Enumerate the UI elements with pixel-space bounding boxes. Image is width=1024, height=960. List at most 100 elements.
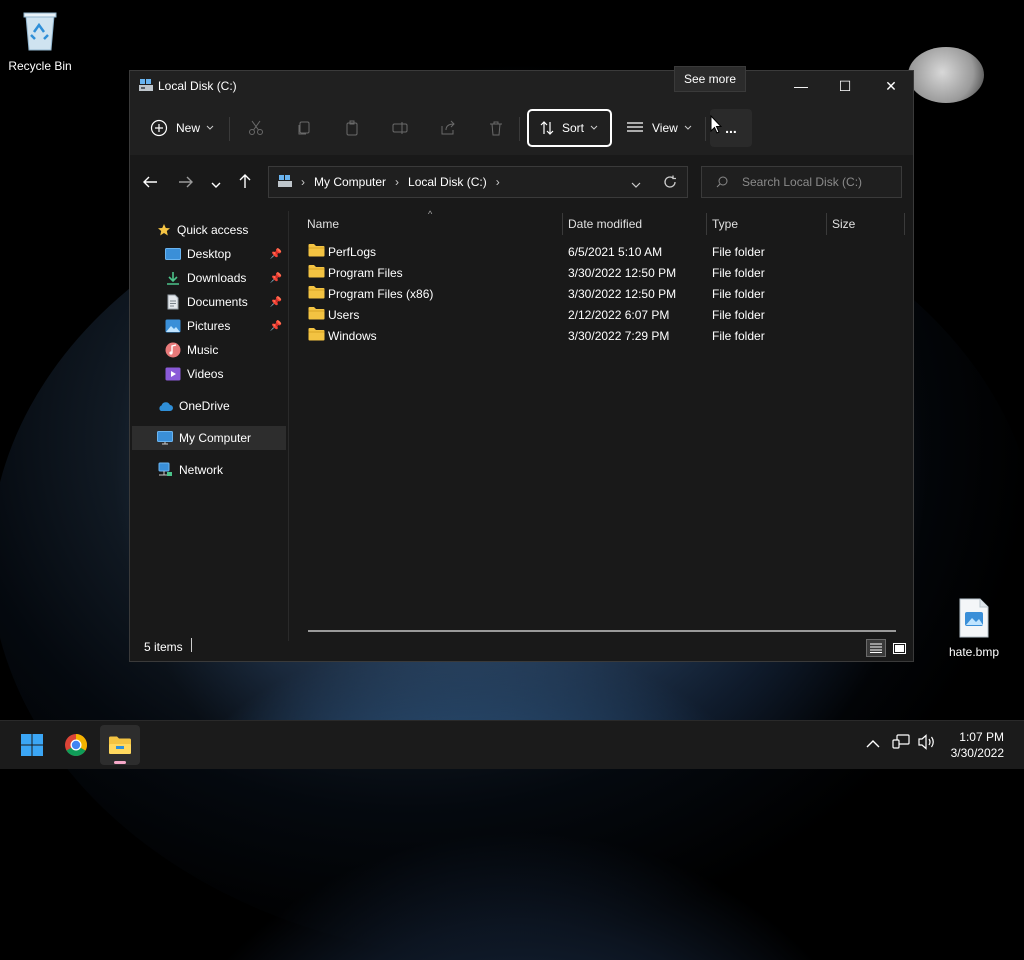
close-icon: ✕	[885, 77, 897, 94]
sidebar-item-my-computer[interactable]: My Computer	[132, 426, 286, 450]
address-history-dropdown[interactable]	[631, 178, 641, 192]
column-divider[interactable]	[904, 213, 905, 235]
maximize-icon: ☐	[838, 77, 852, 94]
details-view-button[interactable]	[866, 639, 886, 657]
start-button[interactable]	[12, 725, 52, 765]
sidebar-item-videos[interactable]: Videos	[132, 362, 286, 386]
copy-button[interactable]	[296, 109, 312, 147]
folder-icon	[308, 327, 325, 344]
sort-button[interactable]: Sort	[527, 109, 612, 147]
taskbar-app-file-explorer[interactable]	[100, 725, 140, 765]
minimize-button[interactable]: —	[778, 71, 824, 101]
sidebar-item-label: Videos	[187, 367, 224, 381]
pin-icon: 📌	[269, 272, 282, 284]
arrow-up-icon	[239, 174, 251, 188]
folder-icon	[308, 306, 325, 323]
navigation-row: › My Computer › Local Disk (C:) › Search…	[130, 155, 913, 211]
pane-divider[interactable]	[288, 211, 289, 641]
column-header-size[interactable]: Size	[832, 217, 855, 231]
share-button[interactable]	[440, 109, 456, 147]
table-row[interactable]: Program Files (x86) 3/30/2022 12:50 PM F…	[304, 284, 904, 305]
rename-button[interactable]	[392, 109, 410, 147]
desktop-icon-recycle-bin[interactable]: Recycle Bin	[0, 8, 80, 73]
folder-icon	[308, 243, 325, 260]
download-icon	[167, 272, 179, 285]
network-status-button[interactable]	[892, 734, 910, 753]
mouse-cursor-icon	[710, 114, 723, 137]
sidebar-item-label: Quick access	[177, 223, 249, 237]
search-box[interactable]: Search Local Disk (C:)	[701, 166, 902, 198]
sidebar-item-quick-access[interactable]: Quick access	[132, 218, 286, 242]
file-type: File folder	[712, 308, 765, 322]
chrome-icon	[65, 734, 87, 756]
refresh-button[interactable]	[663, 175, 677, 192]
up-button[interactable]	[238, 173, 252, 192]
sidebar-item-music[interactable]: Music	[132, 338, 286, 362]
sidebar-item-documents[interactable]: Documents 📌	[132, 290, 286, 314]
new-label: New	[176, 121, 201, 135]
arrow-right-icon	[179, 176, 193, 188]
file-name: PerfLogs	[328, 245, 377, 259]
title-bar[interactable]: Local Disk (C:) — ☐ ✕	[130, 71, 913, 101]
view-button[interactable]: View	[626, 109, 692, 147]
table-row[interactable]: Windows 3/30/2022 7:29 PM File folder	[304, 326, 904, 347]
volume-button[interactable]	[918, 734, 936, 753]
sidebar-item-onedrive[interactable]: OneDrive	[132, 394, 286, 418]
desktop-icon-label: Recycle Bin	[8, 59, 72, 73]
column-header-name[interactable]: Name	[307, 217, 339, 231]
paste-button[interactable]	[344, 109, 360, 147]
column-divider[interactable]	[826, 213, 827, 235]
sidebar-item-network[interactable]: Network	[132, 458, 286, 482]
window-title: Local Disk (C:)	[158, 79, 237, 93]
close-button[interactable]: ✕	[868, 71, 914, 101]
file-name: Windows	[328, 329, 377, 343]
navigation-pane: Quick access Desktop 📌 Downloads 📌 Docum…	[130, 211, 288, 631]
show-hidden-icons-button[interactable]	[866, 735, 880, 751]
breadcrumb-my-computer[interactable]: My Computer	[314, 175, 386, 189]
music-icon	[165, 342, 181, 358]
star-icon	[158, 224, 170, 236]
desktop-icon-hate-bmp[interactable]: hate.bmp	[934, 598, 1014, 659]
file-name: Program Files	[328, 266, 403, 280]
status-separator	[191, 638, 192, 652]
see-more-tooltip: See more	[674, 66, 747, 92]
recent-locations-button[interactable]	[211, 178, 221, 192]
forward-button[interactable]	[178, 175, 194, 192]
sidebar-item-downloads[interactable]: Downloads 📌	[132, 266, 286, 290]
new-button[interactable]: New	[150, 109, 214, 147]
file-explorer-icon	[109, 736, 131, 754]
computer-icon	[157, 431, 173, 445]
table-row[interactable]: Program Files 3/30/2022 12:50 PM File fo…	[304, 263, 904, 284]
cut-button[interactable]	[248, 109, 264, 147]
folder-icon	[308, 285, 325, 302]
taskbar-app-chrome[interactable]	[56, 725, 96, 765]
file-date-modified: 2/12/2022 6:07 PM	[568, 308, 670, 322]
column-header-date-modified[interactable]: Date modified	[568, 217, 642, 231]
column-divider[interactable]	[562, 213, 563, 235]
breadcrumb-chevron-icon: ›	[301, 175, 305, 189]
back-button[interactable]	[142, 175, 158, 192]
scissors-icon	[249, 120, 263, 135]
system-clock[interactable]: 1:07 PM 3/30/2022	[951, 729, 1004, 761]
sidebar-item-pictures[interactable]: Pictures 📌	[132, 314, 286, 338]
file-type: File folder	[712, 245, 765, 259]
minimize-icon: —	[794, 78, 808, 94]
toolbar-separator	[705, 117, 706, 141]
column-divider[interactable]	[706, 213, 707, 235]
delete-button[interactable]	[488, 109, 504, 147]
breadcrumb-local-disk[interactable]: Local Disk (C:)	[408, 175, 487, 189]
sidebar-item-desktop[interactable]: Desktop 📌	[132, 242, 286, 266]
file-date-modified: 3/30/2022 12:50 PM	[568, 266, 677, 280]
tiles-view-button[interactable]	[890, 639, 908, 657]
sidebar-item-label: My Computer	[179, 431, 252, 445]
table-row[interactable]: PerfLogs 6/5/2021 5:10 AM File folder	[304, 242, 904, 263]
drive-icon	[138, 78, 154, 95]
arrow-left-icon	[143, 176, 157, 188]
pin-icon: 📌	[269, 296, 282, 308]
column-header-type[interactable]: Type	[712, 217, 738, 231]
folder-icon	[308, 264, 325, 281]
address-bar[interactable]: › My Computer › Local Disk (C:) ›	[268, 166, 688, 198]
maximize-button[interactable]: ☐	[822, 71, 868, 101]
table-row[interactable]: Users 2/12/2022 6:07 PM File folder	[304, 305, 904, 326]
file-list-pane: ^ Name Date modified Type Size PerfLogs …	[290, 209, 913, 641]
